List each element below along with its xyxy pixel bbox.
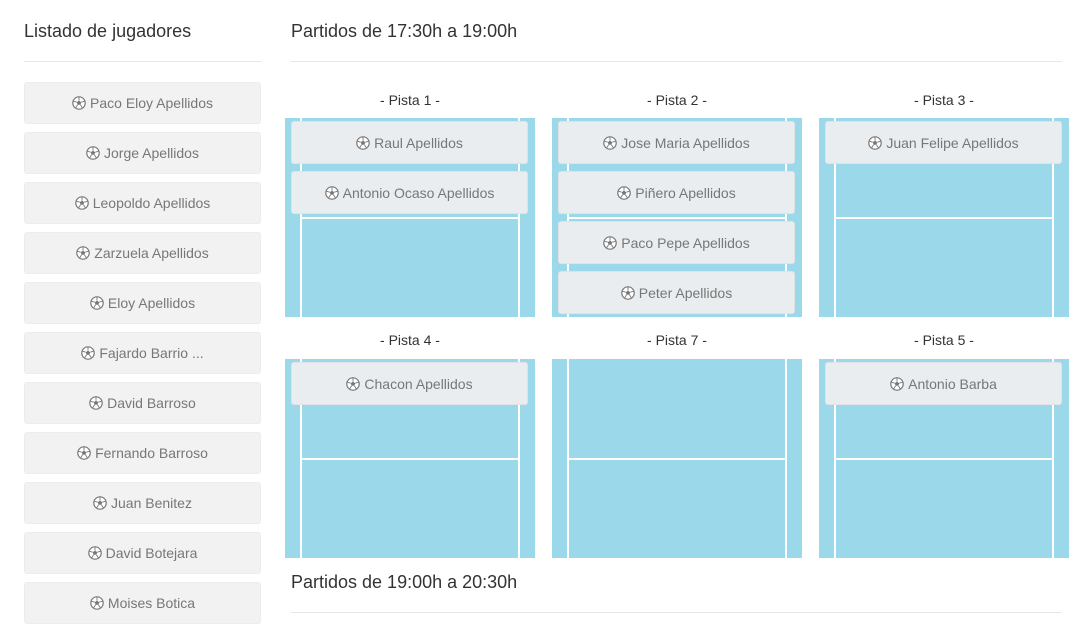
player-list-item[interactable]: Leopoldo Apellidos xyxy=(24,182,261,224)
court-player-chip[interactable]: Antonio Ocaso Apellidos xyxy=(291,171,528,214)
player-name: Antonio Barba xyxy=(908,375,997,392)
player-list-item[interactable]: David Barroso xyxy=(24,382,261,424)
court-player-chip[interactable]: Peter Apellidos xyxy=(558,271,795,314)
player-name: Jorge Apellidos xyxy=(104,145,199,161)
soccer-ball-icon xyxy=(324,185,339,200)
soccer-ball-icon xyxy=(89,396,103,410)
court-net-line xyxy=(568,217,786,219)
soccer-ball-icon xyxy=(77,446,91,460)
soccer-ball-icon xyxy=(72,96,86,110)
player-list-item[interactable]: Fernando Barroso xyxy=(24,432,261,474)
player-name: Fernando Barroso xyxy=(95,445,208,461)
court[interactable] xyxy=(552,359,802,558)
player-list-item[interactable]: Zarzuela Apellidos xyxy=(24,232,261,274)
court[interactable]: Chacon Apellidos xyxy=(285,359,535,558)
soccer-ball-icon xyxy=(868,135,883,150)
court-label: - Pista 3 - xyxy=(914,92,974,108)
player-name: Raul Apellidos xyxy=(374,134,463,151)
court[interactable]: Raul Apellidos Antonio Ocaso Apellidos xyxy=(285,118,535,317)
court-player-chip[interactable]: Jose Maria Apellidos xyxy=(558,121,795,164)
court-label: - Pista 4 - xyxy=(380,332,440,348)
player-name: Paco Eloy Apellidos xyxy=(90,95,213,111)
soccer-ball-icon xyxy=(346,376,361,391)
court-net-line xyxy=(835,217,1053,219)
court-label: - Pista 7 - xyxy=(647,332,707,348)
player-name: Chacon Apellidos xyxy=(364,375,473,392)
player-name: Juan Felipe Apellidos xyxy=(886,134,1019,151)
soccer-ball-icon xyxy=(890,376,904,391)
court-net-line xyxy=(835,458,1053,460)
soccer-ball-icon xyxy=(86,146,100,160)
player-name: Leopoldo Apellidos xyxy=(92,195,211,211)
player-name: Jose Maria Apellidos xyxy=(621,134,750,151)
player-list-item[interactable]: Fajardo Barrio ... xyxy=(24,332,261,374)
court-net-line xyxy=(301,217,519,219)
session-divider-2 xyxy=(291,612,1062,613)
player-name: Antonio Ocaso Apellidos xyxy=(342,184,495,201)
soccer-ball-icon xyxy=(620,285,635,300)
player-list-item[interactable]: Juan Benitez xyxy=(24,482,261,524)
court-label: - Pista 2 - xyxy=(647,92,707,108)
court-net-line xyxy=(301,458,519,460)
player-name: David Botejara xyxy=(105,545,198,561)
soccer-ball-icon xyxy=(356,135,370,150)
player-name: Zarzuela Apellidos xyxy=(94,245,209,261)
player-name: Paco Pepe Apellidos xyxy=(621,234,750,251)
player-name: Piñero Apellidos xyxy=(635,184,736,201)
soccer-ball-icon xyxy=(90,596,104,610)
soccer-ball-icon xyxy=(87,546,102,560)
player-list-item[interactable]: Paco Eloy Apellidos xyxy=(24,82,261,124)
soccer-ball-icon xyxy=(603,235,618,250)
court-player-chip[interactable]: Piñero Apellidos xyxy=(558,171,795,214)
court-net-line xyxy=(568,458,786,460)
court-player-chip[interactable]: Chacon Apellidos xyxy=(291,362,528,405)
player-list-item[interactable]: Moises Botica xyxy=(24,582,261,624)
court-label: - Pista 5 - xyxy=(914,332,974,348)
soccer-ball-icon xyxy=(90,296,104,310)
soccer-ball-icon xyxy=(617,185,632,200)
player-list-title: Listado de jugadores xyxy=(24,21,192,41)
session-title-1: Partidos de 17:30h a 19:00h xyxy=(291,21,518,41)
court-player-chip[interactable]: Paco Pepe Apellidos xyxy=(558,221,795,264)
player-name: Fajardo Barrio ... xyxy=(99,345,204,361)
session-title-2: Partidos de 19:00h a 20:30h xyxy=(291,572,518,592)
court[interactable]: Juan Felipe Apellidos xyxy=(819,118,1069,317)
player-list-item[interactable]: Eloy Apellidos xyxy=(24,282,261,324)
soccer-ball-icon xyxy=(93,496,107,510)
player-list-item[interactable]: Jorge Apellidos xyxy=(24,132,261,174)
court-player-chip[interactable]: Antonio Barba xyxy=(825,362,1062,405)
court[interactable]: Antonio Barba xyxy=(819,359,1069,558)
soccer-ball-icon xyxy=(603,135,618,150)
soccer-ball-icon xyxy=(81,346,96,360)
player-name: Eloy Apellidos xyxy=(107,295,196,311)
player-name: Moises Botica xyxy=(107,595,196,611)
player-name: Juan Benitez xyxy=(111,495,192,511)
sidebar-divider xyxy=(24,61,261,62)
court-player-chip[interactable]: Juan Felipe Apellidos xyxy=(825,121,1062,164)
player-name: David Barroso xyxy=(107,395,196,411)
player-list-item[interactable]: David Botejara xyxy=(24,532,261,574)
soccer-ball-icon xyxy=(76,246,91,260)
session-divider-1 xyxy=(291,61,1062,62)
court-player-chip[interactable]: Raul Apellidos xyxy=(291,121,528,164)
court[interactable]: Jose Maria Apellidos Piñero Apellidos Paco… xyxy=(552,118,802,317)
player-name: Peter Apellidos xyxy=(638,284,733,301)
court-label: - Pista 1 - xyxy=(380,92,440,108)
soccer-ball-icon xyxy=(74,196,89,210)
